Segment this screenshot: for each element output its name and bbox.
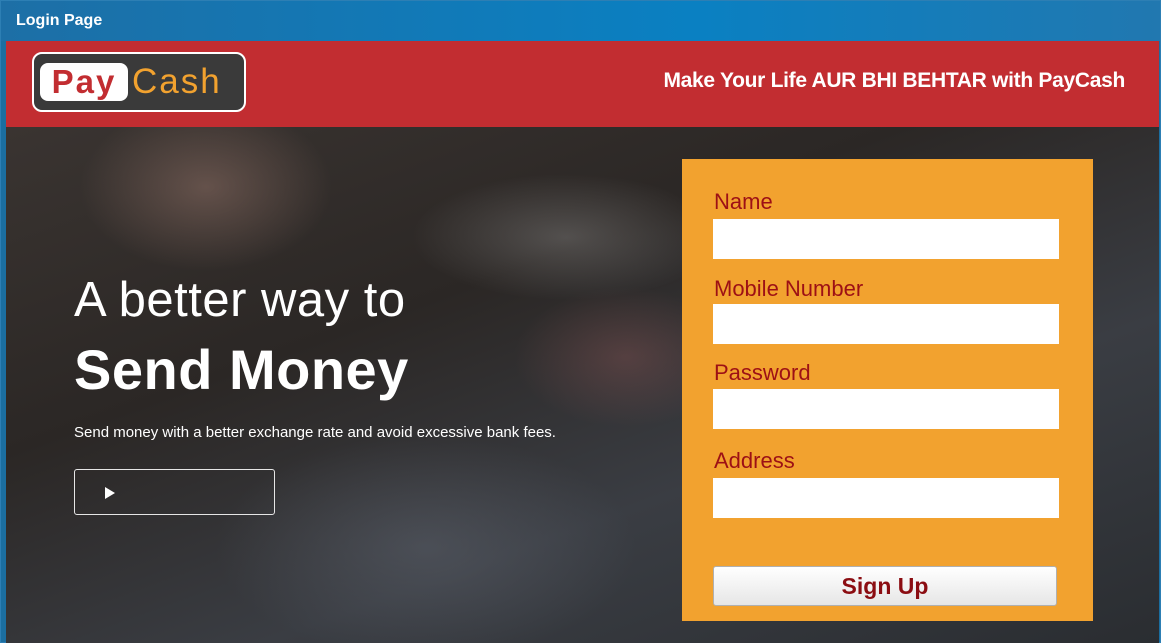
address-label: Address xyxy=(714,448,795,473)
logo-cash-text: Cash xyxy=(132,62,222,101)
sign-up-button[interactable]: Sign Up xyxy=(713,566,1057,606)
play-video-button[interactable] xyxy=(74,469,275,515)
window-titlebar: Login Page xyxy=(1,1,1160,41)
hero-subtitle: Send money with a better exchange rate a… xyxy=(74,424,556,441)
window-title: Login Page xyxy=(16,12,103,29)
mobile-number-input[interactable] xyxy=(713,304,1059,344)
signup-form: Name Mobile Number Password Address Sign… xyxy=(682,159,1093,621)
name-input[interactable] xyxy=(713,219,1059,259)
site-header: Pay Cash Make Your Life AUR BHI BEHTAR w… xyxy=(6,41,1159,127)
address-input[interactable] xyxy=(713,478,1059,518)
hero-title-line2: Send Money xyxy=(74,338,409,401)
logo-pay-text: Pay xyxy=(40,63,128,101)
hero-title-line1: A better way to xyxy=(74,273,406,327)
play-icon xyxy=(105,487,115,499)
header-tagline: Make Your Life AUR BHI BEHTAR with PayCa… xyxy=(663,69,1125,92)
mobile-number-label: Mobile Number xyxy=(714,276,864,301)
login-window: Login Page Pay Cash Make Your Life AUR B… xyxy=(0,0,1161,643)
password-input[interactable] xyxy=(713,389,1059,429)
password-label: Password xyxy=(714,360,811,385)
name-label: Name xyxy=(714,189,773,214)
paycash-logo: Pay Cash xyxy=(32,52,246,112)
